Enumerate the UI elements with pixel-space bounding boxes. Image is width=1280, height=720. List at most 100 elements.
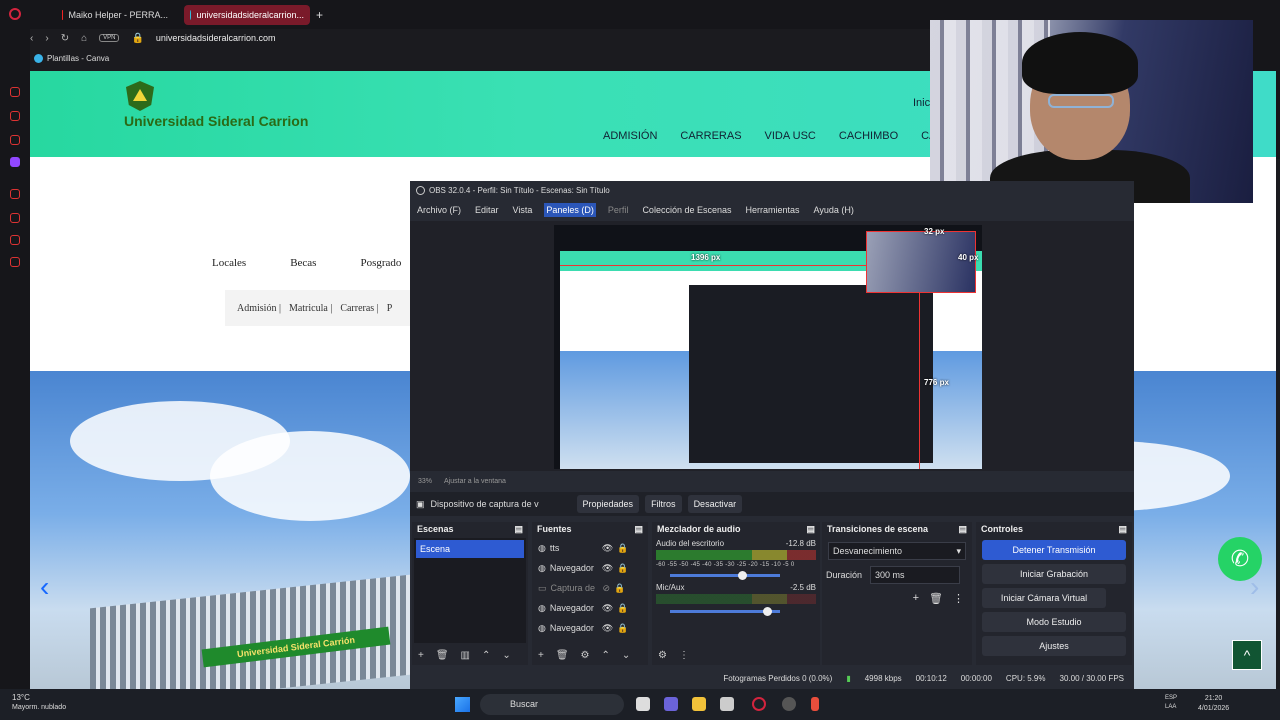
trash-icon[interactable]: 🗑 (556, 650, 569, 661)
add-icon[interactable]: + (538, 650, 544, 661)
add-icon[interactable]: + (913, 592, 919, 605)
preview-zoom[interactable]: 33% (418, 478, 432, 485)
subnav-posgrado[interactable]: Posgrado (360, 257, 401, 269)
down-icon[interactable]: ⌄ (622, 650, 630, 661)
home-icon[interactable]: ⌂ (81, 33, 87, 44)
preview-canvas[interactable]: 1396 px 32 px 40 px 776 px (554, 225, 982, 469)
start-virtual-camera-button[interactable]: Iniciar Cámara Virtual (982, 588, 1106, 608)
menu-archivo[interactable]: Archivo (F) (415, 203, 463, 217)
dock-menu-icon[interactable]: ▤ (958, 524, 967, 535)
menu-ayuda[interactable]: Ayuda (H) (812, 203, 856, 217)
scene-item[interactable]: Escena (416, 540, 524, 558)
subnav-becas[interactable]: Becas (290, 257, 316, 269)
stop-streaming-button[interactable]: Detener Transmisión (982, 540, 1126, 560)
url-field[interactable]: universidadsideralcarrion.com (156, 33, 276, 43)
bookmark-canva[interactable]: Plantillas - Canva (30, 50, 109, 66)
sidebar-twitch-icon[interactable] (10, 157, 20, 167)
obs-taskbar-icon[interactable] (782, 697, 796, 711)
trash-icon[interactable]: 🗑 (436, 650, 449, 661)
language-indicator[interactable]: ESP LAA (1165, 694, 1177, 712)
microphone-icon[interactable] (811, 697, 819, 711)
menu-editar[interactable]: Editar (473, 203, 501, 217)
preview-fit[interactable]: Ajustar a la ventana (444, 478, 506, 485)
sidebar-history-icon[interactable] (10, 213, 20, 223)
menu-coleccion-escenas[interactable]: Colección de Escenas (640, 203, 733, 217)
menu-vista[interactable]: Vista (511, 203, 535, 217)
lock-icon[interactable]: 🔒 (617, 623, 628, 634)
vpn-badge[interactable]: VPN (99, 34, 120, 42)
tab-maiko-helper[interactable]: Maiko Helper - PERRA... (56, 5, 174, 25)
start-recording-button[interactable]: Iniciar Grabación (982, 564, 1126, 584)
transition-select[interactable]: Desvanecimiento ▾ (828, 542, 966, 560)
weather-widget[interactable]: 13°C Mayorm. nublado (12, 693, 66, 713)
store-icon[interactable] (720, 697, 734, 711)
obs-preview-area[interactable]: 1396 px 32 px 40 px 776 px (410, 221, 1134, 471)
sidebar-extensions-icon[interactable] (10, 235, 20, 245)
reload-icon[interactable]: ↻ (61, 33, 69, 44)
source-row[interactable]: ◍ Navegador 👁 🔒 (534, 558, 646, 578)
menu-carreras[interactable]: CARRERAS (680, 130, 741, 142)
site-title[interactable]: Universidad Sideral Carrion (124, 113, 308, 129)
sidebar-whatsapp-icon[interactable] (10, 111, 20, 121)
volume-knob[interactable] (738, 571, 747, 580)
eye-icon[interactable]: 👁 (602, 603, 613, 614)
deactivate-button[interactable]: Desactivar (687, 495, 743, 513)
volume-slider[interactable] (670, 607, 780, 616)
add-icon[interactable]: + (418, 650, 424, 661)
new-tab-button[interactable]: + (310, 5, 329, 25)
clock[interactable]: 21:20 4/01/2026 (1198, 694, 1229, 714)
menu-vida-usc[interactable]: VIDA USC (765, 130, 816, 142)
eye-hidden-icon[interactable]: ⊘ (603, 583, 611, 594)
dock-menu-icon[interactable]: ▤ (806, 524, 815, 535)
opera-logo-icon[interactable] (9, 8, 21, 20)
subnav-locales[interactable]: Locales (212, 257, 246, 269)
forward-icon[interactable]: › (45, 33, 48, 44)
menu-herramientas[interactable]: Herramientas (744, 203, 802, 217)
gear-icon[interactable]: ⚙ (581, 650, 590, 661)
teams-icon[interactable] (664, 697, 678, 711)
sidebar-music-icon[interactable] (10, 189, 20, 199)
tab-universidad[interactable]: universidadsideralcarrion... (184, 5, 310, 25)
menu-cachimbo[interactable]: CACHIMBO (839, 130, 898, 142)
down-icon[interactable]: ⌄ (502, 650, 510, 661)
top-link-inicio[interactable]: Inic (913, 97, 930, 109)
taskbar-search[interactable]: Buscar (480, 694, 624, 715)
source-row[interactable]: ◍ Navegador 👁 🔒 (534, 598, 646, 618)
dock-menu-icon[interactable]: ▤ (514, 524, 523, 535)
dock-menu-icon[interactable]: ▤ (1118, 524, 1127, 535)
file-explorer-icon[interactable] (692, 697, 706, 711)
menu-paneles[interactable]: Paneles (D) (544, 203, 596, 217)
filters-button[interactable]: Filtros (645, 495, 682, 513)
whatsapp-float-icon[interactable]: ✆ (1218, 537, 1262, 581)
sidebar-messenger-icon[interactable] (10, 87, 20, 97)
source-row[interactable]: ▭ Captura de ⊘ 🔒 (534, 578, 646, 598)
more-icon[interactable]: ⋮ (953, 592, 964, 605)
studio-mode-button[interactable]: Modo Estudio (982, 612, 1126, 632)
opera-taskbar-icon[interactable] (752, 697, 766, 711)
up-icon[interactable]: ⌃ (482, 650, 490, 661)
windows-start-icon[interactable] (455, 697, 470, 712)
eye-icon[interactable]: 👁 (602, 623, 613, 634)
university-logo[interactable] (126, 81, 154, 111)
back-icon[interactable]: ‹ (30, 33, 33, 44)
quick-link-admision[interactable]: Admisión | (237, 303, 281, 314)
properties-button[interactable]: Propiedades (576, 495, 640, 513)
scroll-top-icon[interactable]: ^ (1232, 640, 1262, 670)
preview-webcam-source[interactable] (866, 231, 976, 293)
settings-button[interactable]: Ajustes (982, 636, 1126, 656)
more-icon[interactable]: ⋮ (679, 650, 689, 661)
dock-menu-icon[interactable]: ▤ (634, 524, 643, 535)
gear-icon[interactable]: ⚙ (658, 650, 667, 661)
eye-icon[interactable]: 👁 (602, 543, 613, 554)
volume-slider[interactable] (670, 571, 780, 580)
lock-icon[interactable]: 🔒 (614, 583, 625, 594)
trash-icon[interactable]: 🗑 (929, 592, 943, 605)
filter-icon[interactable]: ▥ (461, 650, 470, 661)
obs-titlebar[interactable]: OBS 32.0.4 - Perfil: Sin Título - Escena… (410, 181, 1134, 199)
task-view-icon[interactable] (636, 697, 650, 711)
lock-icon[interactable]: 🔒 (617, 543, 628, 554)
lock-icon[interactable]: 🔒 (617, 563, 628, 574)
quick-link-more[interactable]: P (387, 303, 393, 314)
source-row[interactable]: ◍ tts 👁 🔒 (534, 538, 646, 558)
carousel-prev-icon[interactable]: ‹ (40, 571, 49, 603)
